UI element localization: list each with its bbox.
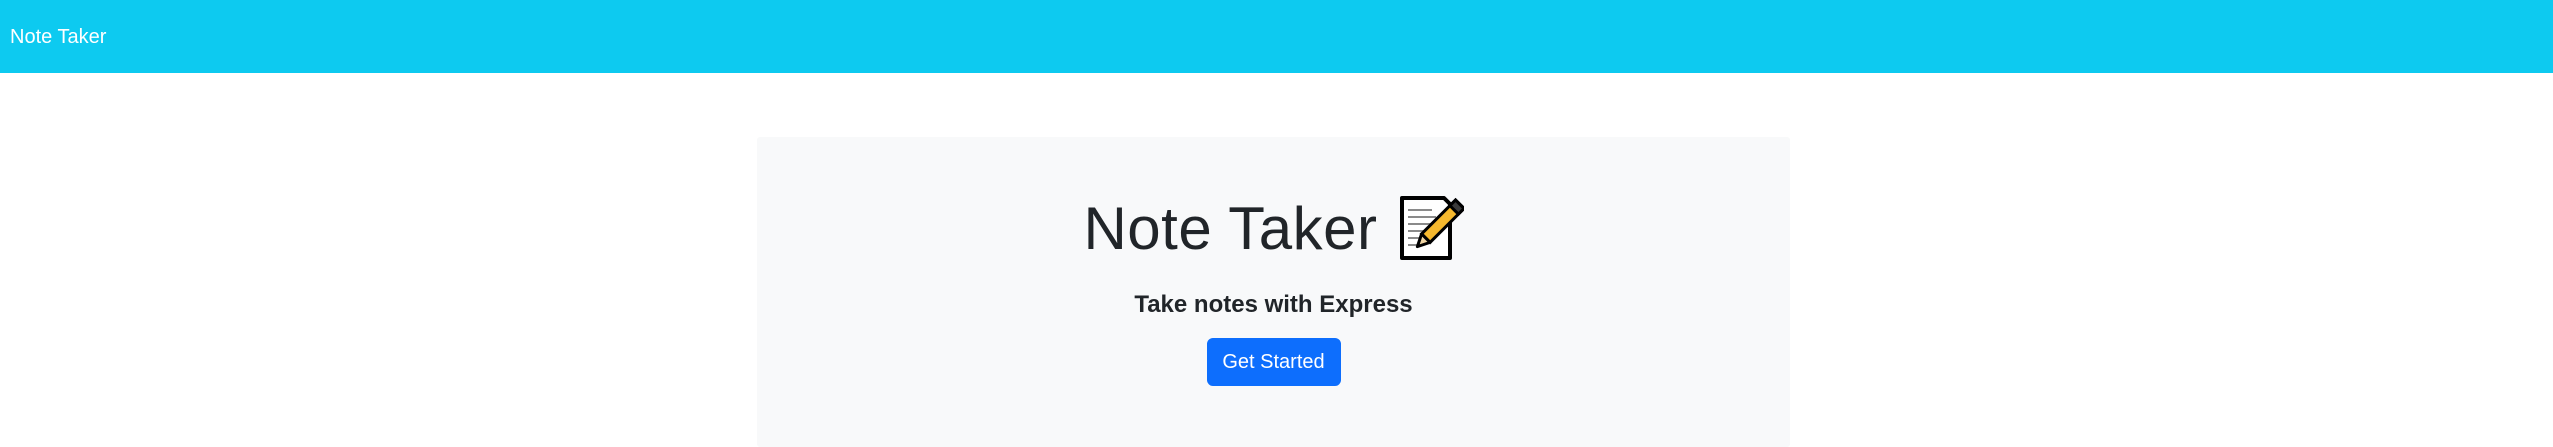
top-navbar: Note Taker xyxy=(0,0,2553,73)
hero-title-row: Note Taker xyxy=(757,189,1790,269)
cta-wrapper: Get Started xyxy=(757,338,1790,386)
memo-icon xyxy=(1398,196,1466,262)
navbar-brand-link[interactable]: Note Taker xyxy=(10,27,106,47)
hero-jumbotron: Note Taker Take notes with Express Get S… xyxy=(757,137,1790,447)
hero-subtitle: Take notes with Express xyxy=(1134,291,1413,318)
get-started-button[interactable]: Get Started xyxy=(1206,338,1341,386)
hero-title: Note Taker xyxy=(1083,195,1378,262)
